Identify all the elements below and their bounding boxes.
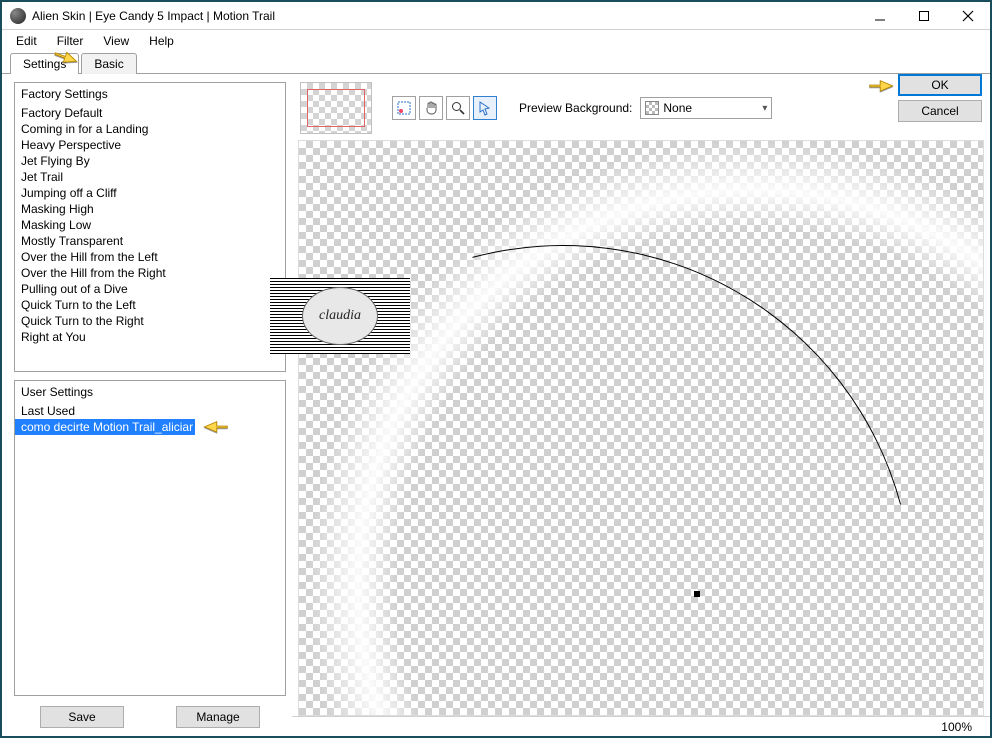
list-item[interactable]: Pulling out of a Dive — [15, 281, 285, 297]
preview-background-value: None — [663, 101, 692, 115]
cancel-button[interactable]: Cancel — [898, 100, 982, 122]
preview-background-select[interactable]: None ▾ — [640, 97, 772, 119]
preview-panel: OK Cancel — [292, 74, 990, 736]
list-item[interactable]: Factory Default — [15, 105, 285, 121]
thumbnail-selection — [307, 89, 365, 127]
list-item[interactable]: Coming in for a Landing — [15, 121, 285, 137]
chevron-down-icon: ▾ — [762, 103, 767, 114]
watermark-badge: claudia — [302, 287, 378, 345]
close-button[interactable] — [946, 2, 990, 30]
window-controls — [858, 2, 990, 30]
menu-view[interactable]: View — [95, 32, 137, 50]
list-item[interactable]: Jet Trail — [15, 169, 285, 185]
zoom-tool-icon[interactable] — [446, 96, 470, 120]
app-icon — [10, 8, 26, 24]
list-item[interactable]: Jet Flying By — [15, 153, 285, 169]
minimize-button[interactable] — [858, 2, 902, 30]
list-item[interactable]: Masking High — [15, 201, 285, 217]
settings-buttons: Save Manage — [14, 706, 286, 728]
zoom-status: 100% — [292, 716, 990, 736]
factory-settings-header: Factory Settings — [15, 83, 285, 105]
motion-trail-path — [298, 140, 984, 716]
transparent-swatch-icon — [645, 101, 659, 115]
hand-tool-icon[interactable] — [419, 96, 443, 120]
settings-panel: Factory Settings Factory Default Coming … — [2, 74, 292, 736]
tab-basic[interactable]: Basic — [81, 53, 136, 74]
zoom-value: 100% — [941, 720, 972, 734]
list-item[interactable]: Heavy Perspective — [15, 137, 285, 153]
menu-edit[interactable]: Edit — [8, 32, 45, 50]
list-item[interactable]: Masking Low — [15, 217, 285, 233]
watermark: claudia — [270, 278, 410, 354]
tab-strip: Settings Basic — [2, 52, 990, 74]
marquee-tool-icon[interactable] — [392, 96, 416, 120]
list-item[interactable]: Last Used — [15, 403, 285, 419]
ok-button[interactable]: OK — [898, 74, 982, 96]
preview-toolbar: Preview Background: None ▾ — [292, 74, 990, 134]
menu-filter[interactable]: Filter — [49, 32, 92, 50]
list-item[interactable]: Mostly Transparent — [15, 233, 285, 249]
preview-background-label: Preview Background: — [519, 101, 632, 115]
title-bar: Alien Skin | Eye Candy 5 Impact | Motion… — [2, 2, 990, 30]
window-title: Alien Skin | Eye Candy 5 Impact | Motion… — [32, 9, 858, 23]
preview-thumbnail[interactable] — [300, 82, 372, 134]
tab-settings[interactable]: Settings — [10, 53, 79, 74]
list-item[interactable]: Quick Turn to the Left — [15, 297, 285, 313]
path-handle[interactable] — [694, 591, 700, 597]
list-item[interactable]: Over the Hill from the Right — [15, 265, 285, 281]
save-button[interactable]: Save — [40, 706, 124, 728]
list-item[interactable]: Quick Turn to the Right — [15, 313, 285, 329]
main-area: Factory Settings Factory Default Coming … — [2, 74, 990, 736]
pointer-hand-icon — [201, 415, 229, 437]
user-settings-header: User Settings — [15, 381, 285, 403]
motion-trail-glow — [303, 140, 984, 716]
menu-help[interactable]: Help — [141, 32, 182, 50]
menu-bar: Edit Filter View Help — [2, 30, 990, 52]
user-settings-list[interactable]: User Settings Last Used como decirte Mot… — [14, 380, 286, 696]
preview-canvas[interactable] — [298, 140, 984, 716]
tool-icons — [392, 96, 497, 120]
pointer-tool-icon[interactable] — [473, 96, 497, 120]
list-item[interactable]: Jumping off a Cliff — [15, 185, 285, 201]
list-item[interactable]: Over the Hill from the Left — [15, 249, 285, 265]
list-item-selected[interactable]: como decirte Motion Trail_aliciar — [15, 419, 195, 435]
factory-settings-list[interactable]: Factory Settings Factory Default Coming … — [14, 82, 286, 372]
dialog-buttons: OK Cancel — [898, 74, 982, 122]
maximize-button[interactable] — [902, 2, 946, 30]
manage-button[interactable]: Manage — [176, 706, 260, 728]
list-item[interactable]: Right at You — [15, 329, 285, 345]
